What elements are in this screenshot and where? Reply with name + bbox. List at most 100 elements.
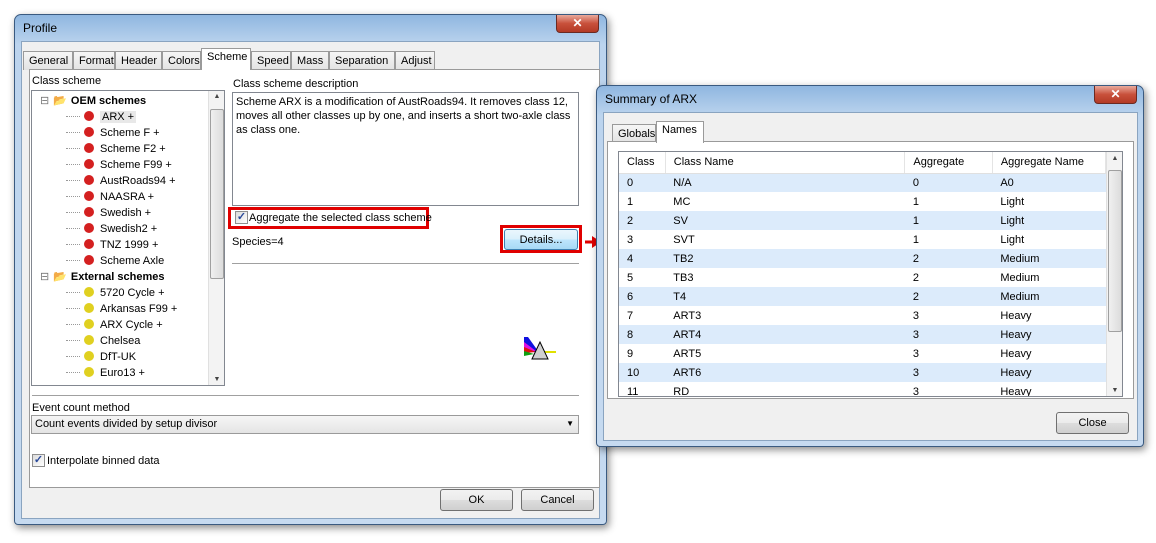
dotted-connector — [66, 228, 80, 229]
tree-item[interactable]: Scheme F + — [66, 125, 160, 141]
tree-item[interactable]: Scheme Axle — [66, 253, 164, 269]
divider — [32, 395, 579, 396]
class-scheme-tree[interactable]: ⊟ 📂 OEM schemes ARX + Scheme F + Scheme F2 + S… — [31, 90, 225, 386]
tree-item[interactable]: Swedish2 + — [66, 221, 157, 237]
table-row[interactable]: 2 SV 1 Light — [619, 211, 1106, 230]
tree-group[interactable]: ⊟ 📂 External schemes — [40, 269, 164, 285]
table-scrollbar[interactable]: ▲ ▼ — [1106, 152, 1122, 396]
tree-group[interactable]: ⊟ 📂 OEM schemes — [40, 93, 146, 109]
description-textarea[interactable]: Scheme ARX is a modification of AustRoad… — [232, 92, 579, 206]
tree-item[interactable]: AustRoads94 + — [66, 173, 176, 189]
tab-scheme[interactable]: Scheme — [201, 48, 251, 70]
dotted-connector — [66, 372, 80, 373]
table-row[interactable]: 4 TB2 2 Medium — [619, 249, 1106, 268]
tree-item[interactable]: Euro13 + — [66, 365, 145, 381]
tree-item[interactable]: ARX Cycle + — [66, 317, 163, 333]
column-header[interactable]: Aggregate Name — [992, 152, 1107, 174]
table-cell: SV — [665, 211, 905, 230]
scroll-down-arrow[interactable]: ▼ — [1107, 387, 1122, 394]
tab-names[interactable]: Names — [656, 121, 704, 143]
names-table[interactable]: Class Class Name Aggregate Aggregate Name 0… — [618, 151, 1123, 397]
table-cell: 2 — [904, 287, 993, 306]
tab-format[interactable]: Format — [73, 51, 115, 70]
collapse-icon[interactable]: ⊟ — [40, 271, 49, 283]
tree-item[interactable]: 5720 Cycle + — [66, 285, 165, 301]
tree-item-label: Scheme F99 + — [100, 159, 172, 171]
tree-item-label: 5720 Cycle + — [100, 287, 165, 299]
table-cell: 6 — [619, 287, 666, 306]
table-row[interactable]: 11 RD 3 Heavy — [619, 382, 1106, 397]
scroll-down-arrow[interactable]: ▼ — [209, 376, 224, 383]
event-count-value: Count events divided by setup divisor — [35, 418, 218, 430]
table-cell: Heavy — [1000, 347, 1032, 360]
tree-item[interactable]: ARX + — [66, 109, 137, 125]
external-scheme-icon — [84, 303, 94, 313]
event-count-label: Event count method — [32, 402, 130, 414]
close-window-button[interactable]: ✕ — [556, 15, 599, 33]
table-row[interactable]: 6 T4 2 Medium — [619, 287, 1106, 306]
dotted-connector — [66, 164, 80, 165]
tree-item[interactable]: TNZ 1999 + — [66, 237, 158, 253]
collapse-icon[interactable]: ⊟ — [40, 95, 49, 107]
interpolate-checkbox[interactable]: ✓ — [32, 454, 45, 467]
tree-item[interactable]: NAASRA + — [66, 189, 154, 205]
tab-header[interactable]: Header — [115, 51, 162, 70]
aggregate-checkbox[interactable]: ✓ — [235, 211, 248, 224]
tree-item-label: ARX Cycle + — [100, 319, 163, 331]
tree-item-label: Swedish + — [100, 207, 152, 219]
table-cell: 2 — [912, 271, 920, 284]
oem-scheme-icon — [84, 223, 94, 233]
tab-separation[interactable]: Separation — [329, 51, 395, 70]
tree-item[interactable]: Scheme F2 + — [66, 141, 166, 157]
table-row[interactable]: 1 MC 1 Light — [619, 192, 1106, 211]
external-scheme-icon — [84, 287, 94, 297]
table-cell: Medium — [1000, 271, 1040, 284]
close-window-button[interactable]: ✕ — [1094, 86, 1137, 104]
folder-open-icon: 📂 — [53, 95, 67, 107]
chevron-down-icon: ▼ — [566, 419, 574, 428]
table-row[interactable]: 5 TB3 2 Medium — [619, 268, 1106, 287]
tree-group-label: External schemes — [70, 271, 165, 283]
tab-colors[interactable]: Colors — [162, 51, 201, 70]
details-button[interactable]: Details... — [504, 229, 578, 250]
tab-adjust[interactable]: Adjust — [395, 51, 435, 70]
class-scheme-label: Class scheme — [32, 75, 102, 87]
table-row[interactable]: 3 SVT 1 Light — [619, 230, 1106, 249]
tab-mass[interactable]: Mass — [291, 51, 329, 70]
table-row[interactable]: 8 ART4 3 Heavy — [619, 325, 1106, 344]
table-row[interactable]: 0 N/A 0 A0 — [619, 173, 1106, 192]
tab-general[interactable]: General — [23, 51, 73, 70]
oem-scheme-icon — [84, 143, 94, 153]
table-row[interactable]: 9 ART5 3 Heavy — [619, 344, 1106, 363]
tree-item[interactable]: DfT-UK — [66, 349, 136, 365]
table-row[interactable]: 10 ART6 3 Heavy — [619, 363, 1106, 382]
ok-button[interactable]: OK — [440, 489, 513, 511]
dotted-connector — [66, 324, 80, 325]
tree-scrollbar[interactable]: ▲ ▼ — [208, 91, 224, 385]
external-scheme-icon — [84, 351, 94, 361]
event-count-select[interactable]: Count events divided by setup divisor ▼ — [31, 415, 579, 434]
tree-item[interactable]: Scheme F99 + — [66, 157, 172, 173]
interpolate-label: Interpolate binned data — [47, 455, 160, 467]
column-header[interactable]: Aggregate — [904, 152, 993, 174]
dotted-connector — [66, 260, 80, 261]
dotted-connector — [66, 180, 80, 181]
scroll-up-arrow[interactable]: ▲ — [209, 93, 224, 100]
species-count: Species=4 — [232, 236, 284, 248]
scroll-thumb[interactable] — [1108, 170, 1122, 332]
profile-window: Profile ✕ General Format Header Colors Schem… — [14, 14, 607, 525]
tree-item[interactable]: Swedish + — [66, 205, 151, 221]
prism-icon — [524, 337, 556, 360]
scroll-up-arrow[interactable]: ▲ — [1107, 155, 1122, 162]
table-row[interactable]: 7 ART3 3 Heavy — [619, 306, 1106, 325]
tab-speed[interactable]: Speed — [251, 51, 291, 70]
column-header[interactable]: Class — [619, 152, 666, 174]
cancel-button[interactable]: Cancel — [521, 489, 594, 511]
column-header[interactable]: Class Name — [665, 152, 906, 174]
tree-item[interactable]: Chelsea — [66, 333, 140, 349]
tree-item[interactable]: Arkansas F99 + — [66, 301, 177, 317]
close-button[interactable]: Close — [1056, 412, 1129, 434]
dotted-connector — [66, 212, 80, 213]
scroll-thumb[interactable] — [210, 109, 224, 279]
table-cell: 3 — [912, 347, 920, 360]
